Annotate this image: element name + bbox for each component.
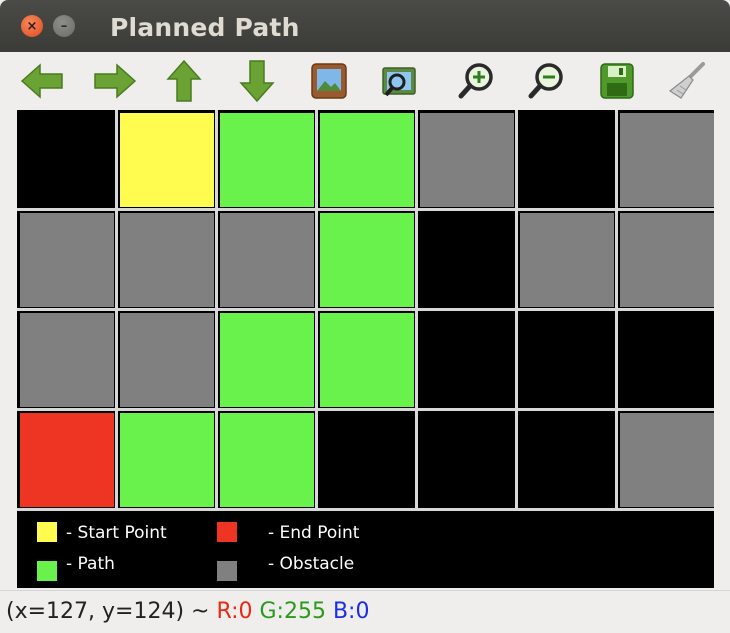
pan-down-button[interactable] xyxy=(233,59,281,103)
app-window: × – Planned Path - Start Point - End Poi… xyxy=(0,0,730,633)
grid-cell-free xyxy=(420,313,514,407)
grid-cell-obstacle xyxy=(120,213,214,307)
minimize-icon: – xyxy=(60,18,68,34)
status-readout: (x=127, y=124) ~ R:0 G:255 B:0 xyxy=(6,599,369,624)
grid-cell-obstacle xyxy=(220,213,314,307)
legend-obstacle-swatch xyxy=(217,561,237,581)
grid-cell-free xyxy=(520,113,614,207)
grid-cell-free xyxy=(620,313,714,407)
grid-cell-obstacle xyxy=(520,213,614,307)
save-button[interactable] xyxy=(593,59,641,103)
arrow-up-icon xyxy=(166,59,202,102)
window-title: Planned Path xyxy=(110,13,300,42)
grid-line xyxy=(17,308,714,311)
grid-cell-obstacle xyxy=(120,313,214,407)
title-bar: × – Planned Path xyxy=(0,0,730,52)
grid-cell-path xyxy=(320,113,414,207)
grid-cell-path xyxy=(120,413,214,507)
legend-path-swatch xyxy=(37,561,57,581)
zoom-out-icon xyxy=(528,63,563,99)
zoom-image-icon xyxy=(382,67,416,97)
grid-cell-free xyxy=(420,213,514,307)
grid-cell-free xyxy=(420,413,514,507)
legend-end-label: - End Point xyxy=(268,523,360,543)
grid-line xyxy=(315,110,318,510)
minimize-button[interactable]: – xyxy=(53,15,75,37)
brush-icon xyxy=(668,62,705,99)
grid-cell-obstacle xyxy=(620,413,714,507)
legend-start-label: - Start Point xyxy=(66,523,167,543)
close-icon: × xyxy=(26,18,38,34)
save-icon xyxy=(600,63,634,99)
grid-cell-obstacle xyxy=(20,213,114,307)
arrow-left-icon xyxy=(20,63,63,99)
grid-cell-path xyxy=(320,213,414,307)
legend-obstacle-label: - Obstacle xyxy=(268,554,355,574)
blue-value: B:0 xyxy=(332,599,370,624)
arrow-right-icon xyxy=(94,63,137,99)
grid-cell-start xyxy=(120,113,214,207)
image-icon xyxy=(311,63,347,99)
pan-up-button[interactable] xyxy=(160,59,208,103)
grid-cell-path xyxy=(220,313,314,407)
grid-cell-obstacle xyxy=(420,113,514,207)
grid-cell-obstacle xyxy=(620,113,714,207)
grid-cell-free xyxy=(20,113,114,207)
grid-cell-path xyxy=(320,313,414,407)
grid-line xyxy=(215,110,218,510)
grid-cell-obstacle xyxy=(20,313,114,407)
grid-line xyxy=(615,110,618,510)
clear-button[interactable] xyxy=(663,59,711,103)
grid-cell-free xyxy=(520,413,614,507)
zoom-in-button[interactable] xyxy=(452,59,500,103)
legend-end-swatch xyxy=(217,522,237,542)
close-button[interactable]: × xyxy=(21,15,43,37)
grid-line xyxy=(17,208,714,211)
green-value: G:255 xyxy=(259,599,326,624)
grid-line xyxy=(115,110,118,510)
toolbar xyxy=(0,52,730,110)
zoom-in-icon xyxy=(458,63,493,99)
grid-line xyxy=(415,110,418,510)
grid-line xyxy=(515,110,518,510)
arrow-down-icon xyxy=(239,60,275,103)
grid-cell-obstacle xyxy=(620,213,714,307)
cursor-coordinates: (x=127, y=124) ~ xyxy=(6,599,217,624)
grid-cell-path xyxy=(220,413,314,507)
red-value: R:0 xyxy=(216,599,253,624)
grid-cell-free xyxy=(520,313,614,407)
grid-cell-path xyxy=(220,113,314,207)
grid-line xyxy=(17,508,714,511)
legend-start-swatch xyxy=(37,522,57,542)
status-bar: (x=127, y=124) ~ R:0 G:255 B:0 xyxy=(0,590,730,633)
fit-image-button[interactable] xyxy=(305,59,353,103)
grid-cell-free xyxy=(320,413,414,507)
pan-left-button[interactable] xyxy=(18,59,66,103)
grid-line xyxy=(17,408,714,411)
grid-cell-end xyxy=(20,413,114,507)
legend-path-label: - Path xyxy=(66,554,115,574)
zoom-out-button[interactable] xyxy=(522,59,570,103)
pan-right-button[interactable] xyxy=(91,59,139,103)
zoom-fit-button[interactable] xyxy=(375,59,423,103)
